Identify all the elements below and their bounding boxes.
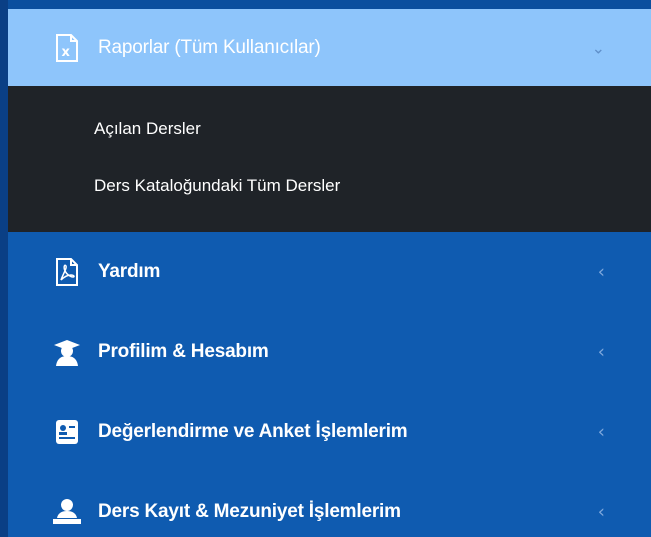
menu-item-label: Raporlar (Tüm Kullanıcılar) bbox=[98, 36, 321, 58]
chevron-left-icon[interactable]: ‹ bbox=[598, 502, 605, 523]
submenu-item-ders-katalogu[interactable]: Ders Kataloğundaki Tüm Dersler bbox=[8, 157, 651, 214]
user-desk-icon bbox=[52, 497, 82, 527]
submenu-raporlar: Açılan Dersler Ders Kataloğundaki Tüm De… bbox=[8, 86, 651, 232]
chevron-down-icon[interactable]: ⌄ bbox=[592, 38, 605, 57]
menu-item-ders-kayit[interactable]: Ders Kayıt & Mezuniyet İşlemlerim ‹ bbox=[8, 472, 651, 537]
chevron-left-icon[interactable]: ‹ bbox=[598, 342, 605, 363]
chevron-left-icon[interactable]: ‹ bbox=[598, 262, 605, 283]
top-border bbox=[8, 0, 651, 9]
menu-item-profilim[interactable]: Profilim & Hesabım ‹ bbox=[8, 312, 651, 392]
menu-item-yardim[interactable]: Yardım ‹ bbox=[8, 232, 651, 312]
menu-item-label: Değerlendirme ve Anket İşlemlerim bbox=[98, 421, 408, 442]
id-card-icon bbox=[52, 417, 82, 447]
svg-text:x: x bbox=[62, 45, 71, 60]
menu-item-label: Ders Kayıt & Mezuniyet İşlemlerim bbox=[98, 501, 401, 522]
chevron-left-icon[interactable]: ‹ bbox=[598, 422, 605, 443]
submenu-item-acilan-dersler[interactable]: Açılan Dersler bbox=[8, 100, 651, 157]
pdf-file-icon bbox=[52, 257, 82, 287]
excel-file-icon: x bbox=[52, 33, 82, 63]
sidebar-menu: x Raporlar (Tüm Kullanıcılar) ⌄ Açılan D… bbox=[0, 0, 651, 537]
menu-item-label: Profilim & Hesabım bbox=[98, 341, 269, 362]
menu-item-raporlar[interactable]: x Raporlar (Tüm Kullanıcılar) ⌄ bbox=[8, 9, 651, 86]
menu-item-label: Yardım bbox=[98, 261, 161, 282]
menu-item-degerlendirme[interactable]: Değerlendirme ve Anket İşlemlerim ‹ bbox=[8, 392, 651, 472]
graduate-user-icon bbox=[52, 337, 82, 367]
